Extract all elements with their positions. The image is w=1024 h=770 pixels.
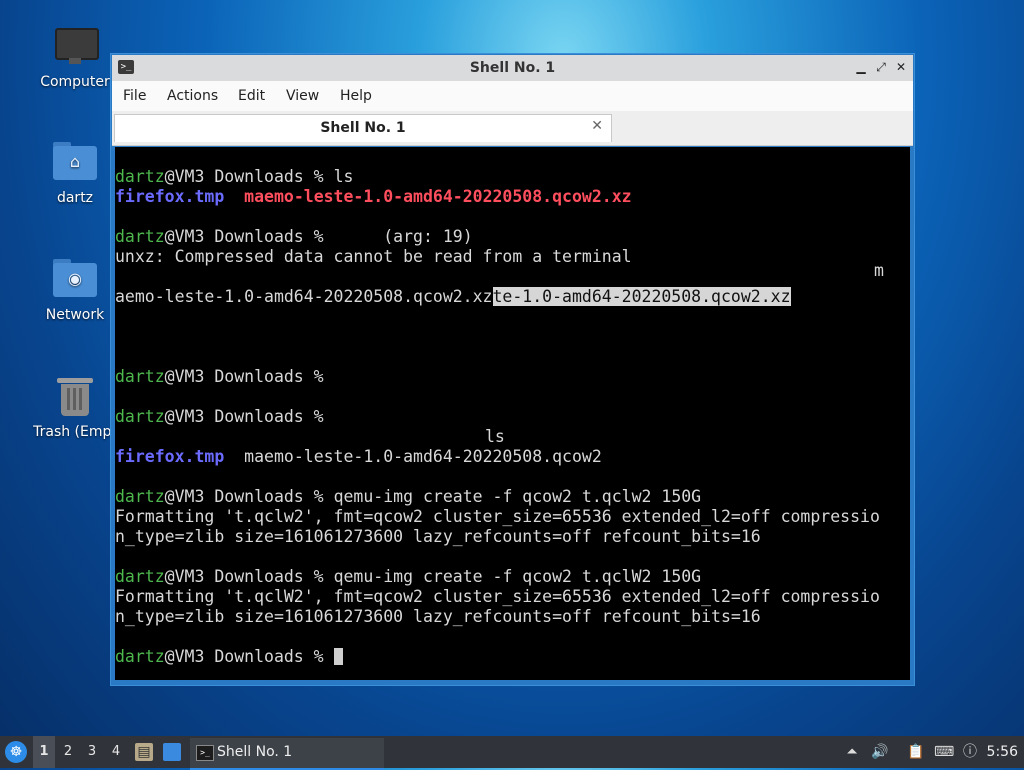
terminal-window: >_ Shell No. 1 ▁ ⤢ ✕ File Actions Edit V…	[110, 53, 915, 686]
terminal-line: m	[874, 261, 884, 280]
workspace-3[interactable]: 3	[81, 736, 103, 768]
desktop-icon-trash[interactable]: Trash (Empt	[27, 372, 123, 440]
menu-view[interactable]: View	[286, 88, 319, 104]
terminal-line: dartz@VM3 Downloads % ls	[115, 167, 354, 186]
title-bar[interactable]: >_ Shell No. 1 ▁ ⤢ ✕	[112, 55, 913, 81]
tab-bar: Shell No. 1 ✕	[112, 111, 913, 146]
show-desktop-icon[interactable]	[163, 743, 181, 761]
terminal-line: aemo-leste-1.0-amd64-20220508.qcow2.xzte…	[115, 287, 791, 306]
tab-label: Shell No. 1	[320, 120, 406, 136]
update-notifier-icon[interactable]: ⏶	[843, 743, 861, 761]
volume-icon[interactable]: 🔊	[871, 743, 889, 761]
terminal-line: ls	[485, 427, 505, 446]
taskbar: ☸ 1 2 3 4 ▤ >_ Shell No. 1 ⏶ 🔊 📋 ⌨ ⓘ 5:5…	[0, 736, 1024, 770]
selected-text: te-1.0-amd64-20220508.qcow2.xz	[492, 287, 791, 306]
terminal-line: dartz@VM3 Downloads % qemu-img create -f…	[115, 487, 702, 506]
terminal-line: dartz@VM3 Downloads % (arg: 19)	[115, 227, 473, 246]
terminal-line: n_type=zlib size=161061273600 lazy_refco…	[115, 527, 761, 546]
terminal-line: dartz@VM3 Downloads %	[115, 367, 334, 386]
home-folder-icon: ⌂	[51, 138, 99, 186]
text-cursor	[333, 648, 343, 665]
tab-close-icon[interactable]: ✕	[591, 118, 603, 134]
close-button[interactable]: ✕	[893, 59, 909, 75]
tab-shell-1[interactable]: Shell No. 1 ✕	[114, 114, 612, 142]
desktop-icon-computer[interactable]: Computer	[27, 22, 123, 90]
desktop-icon-label: Trash (Empt	[33, 424, 117, 440]
terminal-line: Formatting 't.qclw2', fmt=qcow2 cluster_…	[115, 507, 880, 526]
terminal-line: n_type=zlib size=161061273600 lazy_refco…	[115, 607, 761, 626]
terminal-line: firefox.tmp maemo-leste-1.0-amd64-202205…	[115, 187, 632, 206]
window-title: Shell No. 1	[469, 60, 556, 76]
trash-icon	[51, 372, 99, 420]
menu-help[interactable]: Help	[340, 88, 372, 104]
desktop-icon-home[interactable]: ⌂ dartz	[27, 138, 123, 206]
clock[interactable]: 5:56	[987, 744, 1018, 760]
workspace-1[interactable]: 1	[33, 736, 55, 768]
desktop-icon-label: dartz	[56, 190, 94, 206]
workspace-4[interactable]: 4	[105, 736, 127, 768]
menu-file[interactable]: File	[123, 88, 146, 104]
terminal-prompt-line: dartz@VM3 Downloads %	[115, 647, 343, 667]
desktop-icon-label: Network	[45, 307, 105, 323]
desktop-icon-label: Computer	[40, 74, 110, 90]
menu-bar: File Actions Edit View Help	[112, 81, 913, 111]
maximize-button[interactable]: ⤢	[873, 59, 889, 75]
network-folder-icon: ◉	[51, 255, 99, 303]
terminal-output[interactable]: dartz@VM3 Downloads % ls firefox.tmp mae…	[115, 147, 910, 680]
desktop-icon-network[interactable]: ◉ Network	[27, 255, 123, 323]
notification-icon[interactable]: ⓘ	[961, 743, 979, 761]
clipboard-icon[interactable]: 📋	[907, 743, 925, 761]
terminal-line: firefox.tmp maemo-leste-1.0-amd64-202205…	[115, 447, 602, 466]
terminal-line: Formatting 't.qclW2', fmt=qcow2 cluster_…	[115, 587, 880, 606]
terminal-line: unxz: Compressed data cannot be read fro…	[115, 247, 632, 266]
terminal-line: dartz@VM3 Downloads % qemu-img create -f…	[115, 567, 702, 586]
computer-icon	[51, 22, 99, 70]
taskbar-task-shell[interactable]: >_ Shell No. 1	[190, 738, 384, 770]
terminal-app-icon: >_	[196, 745, 214, 761]
menu-actions[interactable]: Actions	[167, 88, 218, 104]
keyboard-icon[interactable]: ⌨	[934, 743, 954, 761]
terminal-line: dartz@VM3 Downloads %	[115, 407, 334, 426]
menu-edit[interactable]: Edit	[238, 88, 265, 104]
workspace-2[interactable]: 2	[57, 736, 79, 768]
task-label: Shell No. 1	[217, 744, 293, 760]
file-manager-launcher-icon[interactable]: ▤	[135, 743, 153, 761]
minimize-button[interactable]: ▁	[853, 59, 869, 75]
start-menu-icon[interactable]: ☸	[5, 741, 27, 763]
